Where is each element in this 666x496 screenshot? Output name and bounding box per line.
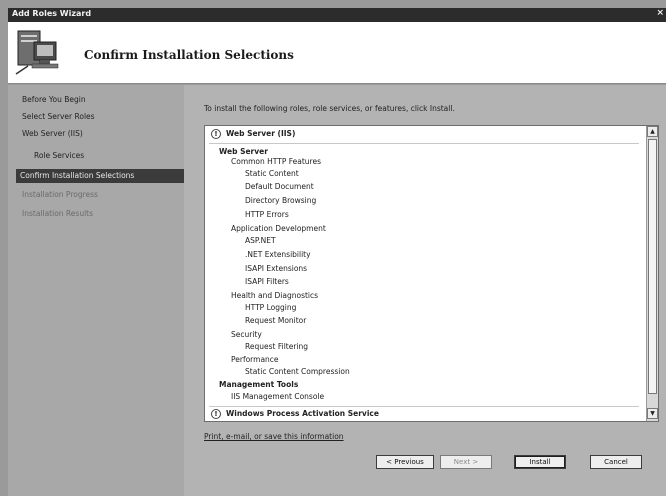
list-item: Health and Diagnostics bbox=[231, 291, 319, 300]
add-roles-wizard-window: Add Roles Wizard × Confirm Installation … bbox=[0, 0, 666, 496]
list-item: Static Content bbox=[245, 169, 299, 178]
nav-item-installation-results: Installation Results bbox=[22, 209, 94, 218]
server-computer-icon bbox=[15, 30, 59, 75]
wizard-header: Confirm Installation Selections bbox=[8, 22, 666, 84]
instruction-text: To install the following roles, role ser… bbox=[204, 104, 455, 113]
list-item: Directory Browsing bbox=[245, 196, 317, 205]
list-item: Default Document bbox=[245, 182, 314, 191]
wizard-navigation: Before You Begin Select Server Roles Web… bbox=[8, 85, 184, 496]
section-web-server-iis: ! Web Server (IIS) bbox=[211, 129, 295, 139]
divider bbox=[209, 406, 639, 407]
list-item: ASP.NET bbox=[245, 236, 276, 245]
list-item: Application Development bbox=[231, 224, 326, 233]
list-item: Management Tools bbox=[219, 380, 299, 389]
selections-list[interactable]: ! Web Server (IIS) Web Server Common HTTP… bbox=[204, 125, 659, 422]
nav-item-select-server-roles[interactable]: Select Server Roles bbox=[22, 112, 95, 121]
nav-item-installation-progress: Installation Progress bbox=[22, 190, 98, 199]
scrollbar-thumb[interactable] bbox=[648, 139, 657, 394]
list-item: Performance bbox=[231, 355, 279, 364]
nav-item-web-server-iis[interactable]: Web Server (IIS) bbox=[22, 129, 83, 138]
section-title: Windows Process Activation Service bbox=[226, 409, 379, 418]
list-item: Request Monitor bbox=[245, 316, 307, 325]
nav-item-role-services[interactable]: Role Services bbox=[34, 151, 84, 160]
list-item: IIS Management Console bbox=[231, 392, 325, 401]
list-item: ISAPI Filters bbox=[245, 277, 289, 286]
list-item: Static Content Compression bbox=[245, 367, 350, 376]
print-email-save-link[interactable]: Print, e-mail, or save this information bbox=[204, 432, 344, 441]
info-icon: ! bbox=[211, 409, 221, 419]
section-title: Web Server (IIS) bbox=[226, 129, 296, 138]
scroll-up-icon[interactable]: ▲ bbox=[647, 126, 658, 137]
nav-item-confirm-installation-selections[interactable]: Confirm Installation Selections bbox=[16, 169, 184, 183]
section-windows-process-activation-service: ! Windows Process Activation Service bbox=[211, 409, 379, 419]
info-icon: ! bbox=[211, 129, 221, 139]
list-item: HTTP Errors bbox=[245, 210, 289, 219]
window-title: Add Roles Wizard bbox=[12, 9, 92, 18]
install-button[interactable]: Install bbox=[514, 455, 566, 469]
list-item: Common HTTP Features bbox=[231, 157, 321, 166]
divider bbox=[209, 143, 639, 144]
list-item: .NET Extensibility bbox=[245, 250, 311, 259]
page-title: Confirm Installation Selections bbox=[84, 48, 294, 62]
list-item: Request Filtering bbox=[245, 342, 309, 351]
nav-item-before-you-begin[interactable]: Before You Begin bbox=[22, 95, 86, 104]
title-bar[interactable]: Add Roles Wizard × bbox=[8, 8, 666, 22]
scroll-down-icon[interactable]: ▼ bbox=[647, 408, 658, 419]
wizard-content: To install the following roles, role ser… bbox=[184, 85, 666, 496]
list-item: ISAPI Extensions bbox=[245, 264, 308, 273]
cancel-button[interactable]: Cancel bbox=[590, 455, 642, 469]
previous-button[interactable]: < Previous bbox=[376, 455, 434, 469]
list-item: Security bbox=[231, 330, 262, 339]
vertical-scrollbar[interactable]: ▲ ▼ bbox=[646, 126, 658, 421]
next-button: Next > bbox=[440, 455, 492, 469]
list-item: HTTP Logging bbox=[245, 303, 297, 312]
list-item: Web Server bbox=[219, 147, 268, 156]
close-icon[interactable]: × bbox=[656, 8, 664, 18]
